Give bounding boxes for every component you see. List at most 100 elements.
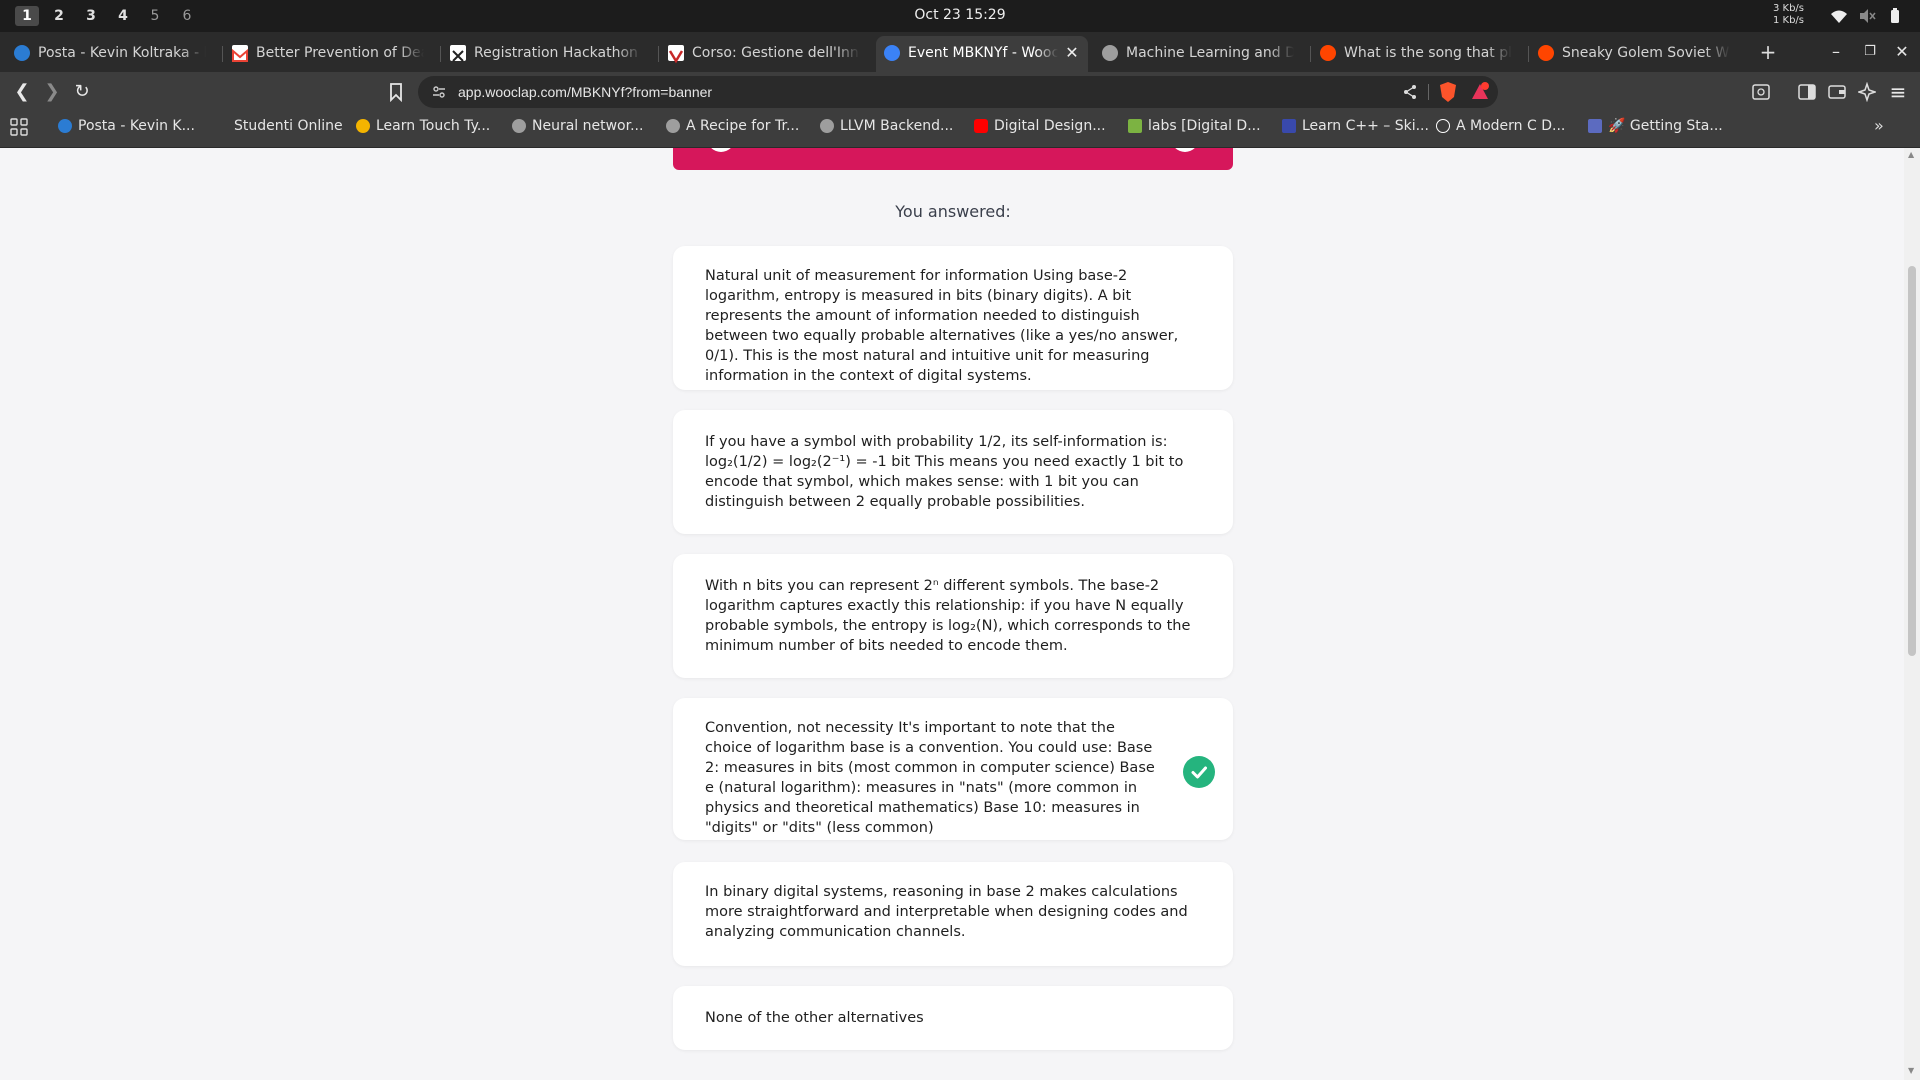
bookmark-icon[interactable] — [388, 82, 404, 102]
workspace-1[interactable]: 1 — [15, 6, 39, 26]
globe-icon — [1102, 45, 1118, 61]
tab-registration-hackathon[interactable]: Registration Hackathon C — [442, 38, 656, 68]
forward-button[interactable]: ❯ — [40, 80, 64, 104]
bookmark-label: Posta - Kevin K... — [78, 118, 195, 134]
labs-icon — [1128, 119, 1142, 133]
scroll-down-arrow-icon[interactable]: ▼ — [1908, 1066, 1914, 1075]
volume-muted-icon[interactable] — [1858, 7, 1876, 25]
outlook-icon — [58, 119, 72, 133]
answer-option-3[interactable]: With n bits you can represent 2ⁿ differe… — [673, 554, 1233, 678]
answer-option-2[interactable]: If you have a symbol with probability 1/… — [673, 410, 1233, 534]
scrollbar-thumb[interactable] — [1908, 266, 1916, 656]
leo-ai-icon[interactable] — [1858, 82, 1876, 102]
tab-machine-learning[interactable]: Machine Learning and Da — [1094, 38, 1308, 68]
workspace-6[interactable]: 6 — [175, 6, 199, 26]
doc-icon — [1588, 119, 1602, 133]
answer-option-4-selected[interactable]: Convention, not necessity It's important… — [673, 698, 1233, 840]
reload-button[interactable]: ↻ — [70, 80, 94, 104]
net-up: 3 Kb/s — [1772, 3, 1804, 14]
reddit-icon — [1320, 45, 1336, 61]
workspace-3[interactable]: 3 — [79, 6, 103, 26]
tab-title: Event MBKNYf - Wooc — [908, 45, 1058, 61]
brave-shields-icon[interactable] — [1438, 81, 1458, 103]
outlook-icon — [14, 45, 30, 61]
tab-title: Machine Learning and Da — [1126, 45, 1294, 61]
wallet-icon[interactable] — [1828, 84, 1846, 100]
tab-posta[interactable]: Posta - Kevin Koltraka - ke — [6, 38, 220, 68]
battery-icon[interactable] — [1886, 7, 1904, 25]
page-viewport: You answered: Natural unit of measuremen… — [0, 148, 1904, 1080]
answer-text: If you have a symbol with probability 1/… — [705, 434, 1184, 510]
browser-toolbar: ❮ ❯ ↻ app.wooclap.com/MBKNYf?from=banner… — [0, 72, 1920, 112]
bookmark-label: LLVM Backend... — [840, 118, 954, 134]
sidebar-icon[interactable] — [1798, 84, 1816, 100]
bookmark-label: Neural networ... — [532, 118, 644, 134]
bookmark-label: Learn C++ – Ski... — [1302, 118, 1429, 134]
menu-button[interactable]: ≡ — [1886, 80, 1910, 104]
bookmark-label: A Modern C D... — [1456, 118, 1566, 134]
tab-strip: Posta - Kevin Koltraka - ke Better Preve… — [0, 32, 1920, 72]
share-icon[interactable] — [1402, 84, 1418, 100]
site-settings-icon[interactable] — [432, 85, 446, 99]
moodle-icon — [668, 45, 684, 64]
bookmark-label: A Recipe for Tr... — [686, 118, 800, 134]
tab-separator — [658, 46, 659, 62]
close-window-button[interactable]: ✕ — [1890, 40, 1914, 64]
tab-separator — [1528, 46, 1529, 62]
tab-better-prevention[interactable]: Better Prevention of Dea — [224, 38, 438, 68]
bookmark-label: Learn Touch Ty... — [376, 118, 491, 134]
address-bar[interactable]: app.wooclap.com/MBKNYf?from=banner — [418, 76, 1498, 108]
tab-title: What is the song that pla — [1344, 45, 1512, 61]
answer-text: With n bits you can represent 2ⁿ differe… — [705, 578, 1191, 654]
tab-reddit-song[interactable]: What is the song that pla — [1312, 38, 1526, 68]
answer-option-5[interactable]: In binary digital systems, reasoning in … — [673, 862, 1233, 966]
tab-title: Sneaky Golem Soviet WW — [1562, 45, 1730, 61]
typing-icon — [356, 119, 370, 133]
you-answered-heading: You answered: — [895, 202, 1011, 221]
bookmark-label: Digital Design... — [994, 118, 1106, 134]
cpp-icon — [1282, 119, 1296, 133]
tab-separator — [222, 46, 223, 62]
clock[interactable]: Oct 23 15:29 — [900, 0, 1020, 30]
tab-close-icon[interactable]: ✕ — [1064, 36, 1080, 70]
tab-title: Registration Hackathon C — [474, 45, 642, 61]
bookmark-label: Studenti Online — [234, 118, 343, 134]
globe-icon — [820, 119, 834, 133]
restore-button[interactable]: ❐ — [1858, 40, 1882, 64]
globe-icon — [666, 119, 680, 133]
tab-separator — [1310, 46, 1311, 62]
wooclap-icon — [884, 45, 900, 61]
more-bookmarks-chevron-icon[interactable]: » — [1874, 112, 1884, 140]
workspace-4[interactable]: 4 — [111, 6, 135, 26]
url-text[interactable]: app.wooclap.com/MBKNYf?from=banner — [458, 76, 712, 108]
brave-rewards-icon[interactable] — [1470, 82, 1490, 102]
scroll-up-arrow-icon[interactable]: ▲ — [1908, 150, 1914, 159]
answer-text: In binary digital systems, reasoning in … — [705, 884, 1188, 940]
workspace-2[interactable]: 2 — [47, 6, 71, 26]
system-top-bar: 1 2 3 4 5 6 Oct 23 15:29 3 Kb/s 1 Kb/s — [0, 0, 1920, 32]
banner-right-knob — [1171, 148, 1199, 152]
screenshot-icon[interactable] — [1752, 84, 1770, 100]
new-tab-button[interactable]: + — [1756, 38, 1780, 66]
tab-reddit-golem[interactable]: Sneaky Golem Soviet WW — [1530, 38, 1744, 68]
tab-event-wooclap[interactable]: Event MBKNYf - Wooc ✕ — [876, 36, 1088, 72]
minimize-button[interactable]: – — [1824, 40, 1848, 64]
url-separator — [1428, 84, 1429, 100]
apps-grid-icon[interactable] — [10, 118, 28, 136]
workspace-5[interactable]: 5 — [143, 6, 167, 26]
answer-text: Natural unit of measurement for informat… — [705, 268, 1179, 384]
wifi-icon[interactable] — [1830, 7, 1848, 25]
tab-title: Corso: Gestione dell'Inno — [692, 45, 860, 61]
back-button[interactable]: ❮ — [10, 80, 34, 104]
bookmark-label: 🚀 Getting Sta... — [1608, 118, 1723, 134]
gmail-icon — [232, 45, 248, 62]
tab-corso-gestione[interactable]: Corso: Gestione dell'Inno — [660, 38, 874, 68]
answer-option-1[interactable]: Natural unit of measurement for informat… — [673, 246, 1233, 390]
page-scrollbar[interactable]: ▲ ▼ — [1904, 148, 1920, 1080]
net-down: 1 Kb/s — [1772, 15, 1804, 26]
bookmarks-bar: Posta - Kevin K... Studenti Online Learn… — [0, 112, 1920, 148]
answer-option-6[interactable]: None of the other alternatives — [673, 986, 1233, 1050]
eye-icon — [1436, 119, 1450, 133]
tab-title: Better Prevention of Dea — [256, 45, 424, 61]
answer-text: Convention, not necessity It's important… — [705, 720, 1155, 836]
